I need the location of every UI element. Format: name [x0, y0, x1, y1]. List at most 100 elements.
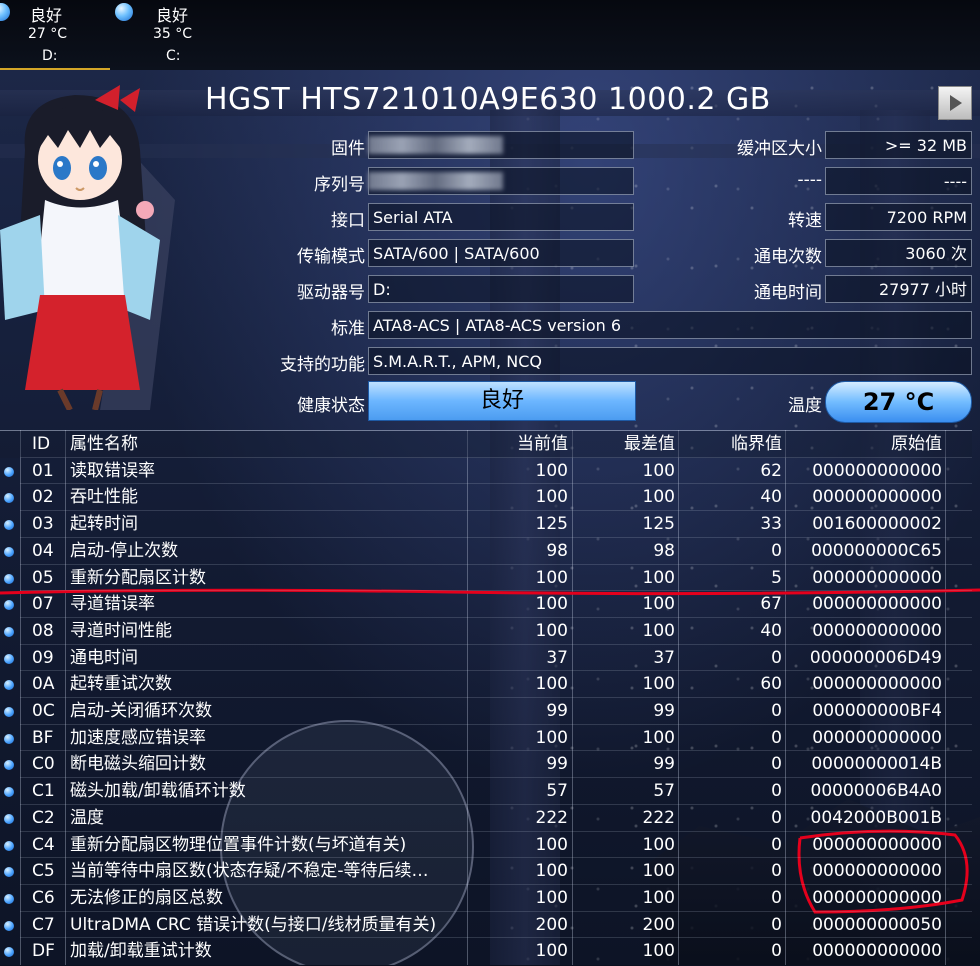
- attribute-raw: 000000000000: [812, 594, 942, 615]
- row-separator: [20, 910, 972, 912]
- table-row[interactable]: 0A 起转重试次数 100 100 60 000000000000: [0, 671, 972, 698]
- table-header-row: ID 属性名称 当前值 最差值 临界值 原始值: [0, 431, 972, 458]
- table-row[interactable]: C4 重新分配扇区物理位置事件计数(与坏道有关) 100 100 0 0000000000…: [0, 832, 972, 859]
- attribute-raw: 000000000000: [812, 567, 942, 588]
- drive-temperature: 35 °C: [153, 26, 193, 42]
- table-row[interactable]: C6 无法修正的扇区总数 100 100 0 000000000000: [0, 885, 972, 912]
- status-orb-icon: [4, 920, 14, 931]
- table-row[interactable]: C0 断电磁头缩回计数 99 99 0 00000000014B: [0, 751, 972, 778]
- drive-status: 良好: [156, 6, 189, 25]
- drive-letter-field: D:: [368, 275, 634, 303]
- table-row[interactable]: BF 加速度感应错误率 100 100 0 000000000000: [0, 725, 972, 752]
- table-row[interactable]: DF 加载/卸载重试计数 100 100 0 000000000000: [0, 938, 972, 965]
- table-row[interactable]: C7 UltraDMA CRC 错误计数(与接口/线材质量有关) 200 200 0 00…: [0, 912, 972, 939]
- interface-label: 接口: [331, 211, 365, 231]
- status-orb-icon: [4, 626, 14, 637]
- power-on-count-field: 3060 次: [825, 239, 972, 267]
- drive-tab-c[interactable]: 良好 35 °C C:: [110, 0, 220, 70]
- attribute-name: 起转时间: [70, 514, 138, 535]
- attribute-current: 100: [535, 941, 568, 962]
- attribute-threshold: 0: [771, 781, 782, 802]
- attribute-raw: 000000000000: [812, 487, 942, 508]
- drive-letter-label: 驱动器号: [297, 283, 365, 303]
- table-row[interactable]: 01 读取错误率 100 100 62 000000000000: [0, 458, 972, 485]
- table-row[interactable]: 03 起转时间 125 125 33 001600000002: [0, 511, 972, 538]
- row-separator: [20, 616, 972, 618]
- attribute-id: C4: [32, 834, 55, 855]
- attribute-threshold: 60: [760, 674, 782, 695]
- drive-letter: D:: [42, 48, 58, 64]
- row-separator: [20, 830, 972, 832]
- attribute-current: 100: [535, 567, 568, 588]
- header-threshold[interactable]: 临界值: [690, 431, 782, 458]
- mascot-image: [0, 85, 175, 410]
- features-field: S.M.A.R.T., APM, NCQ: [368, 347, 972, 375]
- table-row[interactable]: 04 启动-停止次数 98 98 0 000000000C65: [0, 538, 972, 565]
- header-id[interactable]: ID: [32, 431, 62, 458]
- attribute-threshold: 0: [771, 701, 782, 721]
- attribute-raw: 000000000000: [812, 674, 942, 695]
- table-row[interactable]: 02 吞吐性能 100 100 40 000000000000: [0, 484, 972, 511]
- attribute-id: C2: [32, 807, 55, 828]
- header-name[interactable]: 属性名称: [70, 431, 470, 458]
- attribute-raw: 000000000050: [812, 914, 942, 935]
- attribute-name: 加载/卸载重试计数: [70, 941, 212, 962]
- table-row[interactable]: 0C 启动-关闭循环次数 99 99 0 000000000BF4: [0, 698, 972, 725]
- attribute-id: 08: [32, 620, 54, 641]
- attribute-worst: 100: [642, 834, 675, 855]
- power-on-hours-field: 27977 小时: [825, 275, 972, 303]
- attribute-id: 04: [32, 540, 54, 561]
- status-orb-icon: [0, 3, 10, 21]
- status-orb-icon: [4, 653, 14, 664]
- attribute-current: 100: [535, 861, 568, 882]
- header-current[interactable]: 当前值: [480, 431, 568, 458]
- table-row[interactable]: 07 寻道错误率 100 100 67 000000000000: [0, 591, 972, 618]
- attribute-name: 启动-停止次数: [70, 540, 179, 561]
- attribute-threshold: 0: [771, 754, 782, 775]
- table-row[interactable]: 05 重新分配扇区计数 100 100 5 000000000000: [0, 565, 972, 592]
- attribute-id: C7: [32, 914, 55, 935]
- attribute-worst: 100: [642, 887, 675, 908]
- attribute-id: C6: [32, 887, 55, 908]
- status-orb-icon: [4, 600, 14, 611]
- drive-status: 良好: [30, 6, 63, 25]
- attribute-id: C0: [32, 754, 55, 775]
- attribute-id: 01: [32, 460, 54, 481]
- temperature-button[interactable]: 27 °C: [825, 381, 972, 423]
- status-orb-icon: [4, 707, 14, 717]
- attribute-id: 09: [32, 647, 54, 668]
- table-row[interactable]: 09 通电时间 37 37 0 000000006D49: [0, 645, 972, 672]
- attribute-name: 启动-关闭循环次数: [70, 701, 213, 721]
- attribute-name: 重新分配扇区计数: [70, 567, 206, 588]
- attribute-worst: 100: [642, 594, 675, 615]
- attribute-raw: 000000000000: [812, 887, 942, 908]
- table-row[interactable]: C2 温度 222 222 0 0042000B001B: [0, 805, 972, 832]
- table-row[interactable]: C1 磁头加载/卸载循环计数 57 57 0 00000006B4A0: [0, 778, 972, 805]
- blank-field: ----: [825, 167, 972, 195]
- attribute-raw: 000000000000: [812, 861, 942, 882]
- attribute-name: 磁头加载/卸载循环计数: [70, 781, 246, 802]
- table-row[interactable]: 08 寻道时间性能 100 100 40 000000000000: [0, 618, 972, 645]
- attribute-name: 寻道时间性能: [70, 620, 172, 641]
- status-orb-icon: [4, 893, 14, 904]
- attribute-threshold: 62: [760, 460, 782, 481]
- attribute-worst: 200: [642, 914, 675, 935]
- attribute-name: 加速度感应错误率: [70, 727, 206, 748]
- next-disk-play-icon[interactable]: [938, 86, 972, 120]
- attribute-name: 读取错误率: [70, 460, 155, 481]
- header-worst[interactable]: 最差值: [580, 431, 675, 458]
- status-orb-icon: [4, 813, 14, 824]
- table-row[interactable]: C5 当前等待中扇区数(状态存疑/不稳定-等待后续… 100 100 0 00000000…: [0, 858, 972, 885]
- serial-redacted: [368, 172, 503, 190]
- status-orb-icon: [4, 466, 14, 477]
- attribute-current: 100: [535, 674, 568, 695]
- drive-tab-d[interactable]: 良好 27 °C D:: [0, 0, 110, 70]
- drive-temperature: 27 °C: [28, 26, 68, 42]
- attribute-current: 37: [546, 647, 568, 668]
- health-status-button[interactable]: 良好: [368, 381, 636, 421]
- rotation-field: 7200 RPM: [825, 203, 972, 231]
- attribute-threshold: 0: [771, 887, 782, 908]
- header-raw[interactable]: 原始值: [790, 431, 942, 458]
- attribute-raw: 000000006D49: [809, 647, 942, 668]
- row-separator: [20, 723, 972, 725]
